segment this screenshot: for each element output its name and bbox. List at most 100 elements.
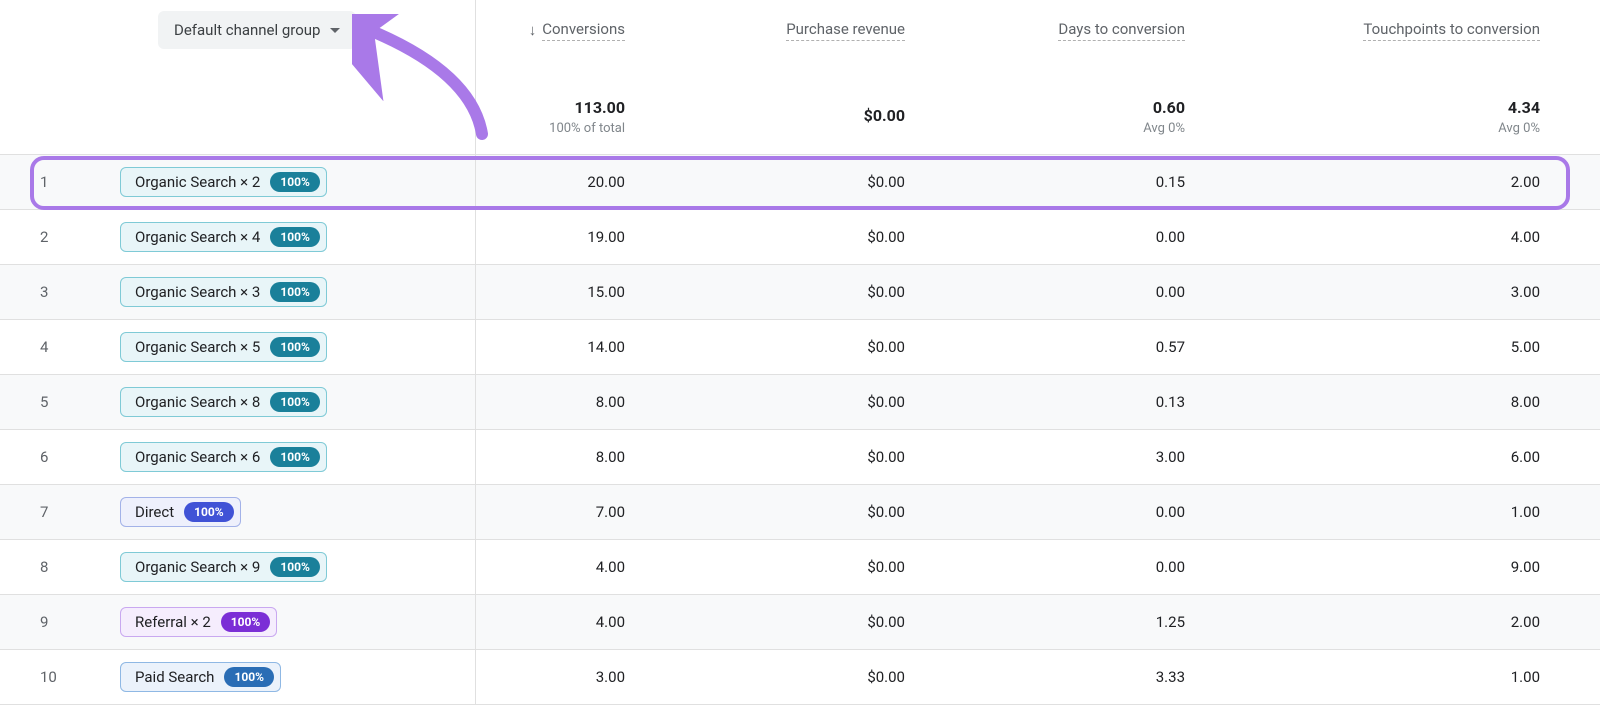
row-index: 8 xyxy=(40,558,120,576)
channel-path-percent: 100% xyxy=(184,502,234,522)
cell-conversions: 7.00 xyxy=(475,503,685,521)
cell-days-to-conversion: 0.00 xyxy=(965,558,1245,576)
channel-path-percent: 100% xyxy=(270,282,320,302)
table-row[interactable]: 10 Paid Search 100% 3.00$0.003.331.00 xyxy=(0,650,1600,705)
cell-days-to-conversion: 0.00 xyxy=(965,503,1245,521)
channel-path-label: Organic Search × 6 xyxy=(135,448,260,466)
column-header-purchase-revenue[interactable]: Purchase revenue xyxy=(685,20,965,41)
row-index: 6 xyxy=(40,448,120,466)
chevron-down-icon xyxy=(330,28,340,33)
table-row[interactable]: 8 Organic Search × 9 100% 4.00$0.000.009.00 xyxy=(0,540,1600,595)
cell-days-to-conversion: 0.57 xyxy=(965,338,1245,356)
summary-purchase-revenue: $0.00 xyxy=(685,78,965,129)
cell-purchase-revenue: $0.00 xyxy=(685,283,965,301)
cell-conversions: 15.00 xyxy=(475,283,685,301)
table-row[interactable]: 3 Organic Search × 3 100% 15.00$0.000.003.0… xyxy=(0,265,1600,320)
row-index: 1 xyxy=(40,173,120,191)
row-index: 4 xyxy=(40,338,120,356)
cell-conversions: 14.00 xyxy=(475,338,685,356)
dimension-selector[interactable]: Default channel group xyxy=(158,11,356,49)
table-row[interactable]: 7Direct100%7.00$0.000.001.00 xyxy=(0,485,1600,540)
table-row[interactable]: 9 Referral × 2 100% 4.00$0.001.252.00 xyxy=(0,595,1600,650)
channel-path-percent: 100% xyxy=(270,557,320,577)
channel-path-label: Organic Search × 4 xyxy=(135,228,260,246)
conversion-paths-table: Default channel group Conversions Purcha… xyxy=(0,0,1600,705)
table-row[interactable]: 4 Organic Search × 5 100% 14.00$0.000.575.0… xyxy=(0,320,1600,375)
cell-touchpoints: 5.00 xyxy=(1245,338,1600,356)
channel-path-label: Paid Search xyxy=(135,668,214,686)
channel-path-label: Organic Search × 8 xyxy=(135,393,260,411)
channel-path-label: Referral × 2 xyxy=(135,613,211,631)
cell-purchase-revenue: $0.00 xyxy=(685,173,965,191)
channel-path-pill[interactable]: Organic Search × 8 100% xyxy=(120,387,327,417)
column-header-days-to-conversion[interactable]: Days to conversion xyxy=(965,20,1245,41)
cell-conversions: 19.00 xyxy=(475,228,685,246)
summary-days-to-conversion: 0.60 Avg 0% xyxy=(965,70,1245,136)
cell-days-to-conversion: 0.00 xyxy=(965,283,1245,301)
channel-path-percent: 100% xyxy=(270,447,320,467)
channel-path-pill[interactable]: Referral × 2 100% xyxy=(120,607,277,637)
cell-days-to-conversion: 3.33 xyxy=(965,668,1245,686)
cell-touchpoints: 2.00 xyxy=(1245,613,1600,631)
cell-purchase-revenue: $0.00 xyxy=(685,668,965,686)
column-header-conversions[interactable]: Conversions xyxy=(475,20,685,41)
cell-touchpoints: 1.00 xyxy=(1245,668,1600,686)
row-index: 7 xyxy=(40,503,120,521)
channel-path-percent: 100% xyxy=(270,392,320,412)
header-row: Default channel group Conversions Purcha… xyxy=(0,0,1600,60)
channel-path-pill[interactable]: Organic Search × 5 100% xyxy=(120,332,327,362)
cell-touchpoints: 9.00 xyxy=(1245,558,1600,576)
cell-conversions: 3.00 xyxy=(475,668,685,686)
cell-purchase-revenue: $0.00 xyxy=(685,448,965,466)
channel-path-label: Organic Search × 3 xyxy=(135,283,260,301)
cell-conversions: 8.00 xyxy=(475,393,685,411)
channel-path-pill[interactable]: Direct 100% xyxy=(120,497,241,527)
cell-conversions: 8.00 xyxy=(475,448,685,466)
row-index: 5 xyxy=(40,393,120,411)
row-index: 10 xyxy=(40,668,120,686)
channel-path-pill[interactable]: Organic Search × 9 100% xyxy=(120,552,327,582)
cell-conversions: 4.00 xyxy=(475,613,685,631)
table-row[interactable]: 6Organic Search × 6100%8.00$0.003.006.00 xyxy=(0,430,1600,485)
cell-conversions: 4.00 xyxy=(475,558,685,576)
cell-purchase-revenue: $0.00 xyxy=(685,503,965,521)
cell-purchase-revenue: $0.00 xyxy=(685,393,965,411)
table-row[interactable]: 1 Organic Search × 2 100% 20.00$0.000.152.0… xyxy=(0,155,1600,210)
column-header-touchpoints[interactable]: Touchpoints to conversion xyxy=(1245,20,1600,41)
cell-touchpoints: 3.00 xyxy=(1245,283,1600,301)
sort-descending-icon xyxy=(529,21,537,39)
cell-purchase-revenue: $0.00 xyxy=(685,228,965,246)
channel-path-label: Direct xyxy=(135,503,174,521)
channel-path-pill[interactable]: Organic Search × 4100% xyxy=(120,222,327,252)
cell-touchpoints: 8.00 xyxy=(1245,393,1600,411)
table-row[interactable]: 2Organic Search × 4100%19.00$0.000.004.0… xyxy=(0,210,1600,265)
cell-touchpoints: 4.00 xyxy=(1245,228,1600,246)
summary-row: 113.00 100% of total $0.00 0.60 Avg 0% 4… xyxy=(0,60,1600,155)
channel-path-percent: 100% xyxy=(221,612,271,632)
cell-days-to-conversion: 0.00 xyxy=(965,228,1245,246)
cell-days-to-conversion: 0.15 xyxy=(965,173,1245,191)
channel-path-percent: 100% xyxy=(224,667,274,687)
cell-purchase-revenue: $0.00 xyxy=(685,558,965,576)
summary-conversions: 113.00 100% of total xyxy=(475,70,685,136)
cell-days-to-conversion: 1.25 xyxy=(965,613,1245,631)
table-row[interactable]: 5Organic Search × 8100%8.00$0.000.138.00 xyxy=(0,375,1600,430)
row-index: 3 xyxy=(40,283,120,301)
cell-purchase-revenue: $0.00 xyxy=(685,338,965,356)
channel-path-label: Organic Search × 2 xyxy=(135,173,260,191)
column-divider xyxy=(475,0,476,705)
cell-purchase-revenue: $0.00 xyxy=(685,613,965,631)
cell-touchpoints: 2.00 xyxy=(1245,173,1600,191)
row-index: 9 xyxy=(40,613,120,631)
channel-path-pill[interactable]: Paid Search 100% xyxy=(120,662,281,692)
channel-path-label: Organic Search × 5 xyxy=(135,338,260,356)
channel-path-percent: 100% xyxy=(270,337,320,357)
channel-path-pill[interactable]: Organic Search × 3 100% xyxy=(120,277,327,307)
cell-touchpoints: 6.00 xyxy=(1245,448,1600,466)
cell-conversions: 20.00 xyxy=(475,173,685,191)
channel-path-label: Organic Search × 9 xyxy=(135,558,260,576)
channel-path-percent: 100% xyxy=(270,172,320,192)
channel-path-pill[interactable]: Organic Search × 2 100% xyxy=(120,167,327,197)
dimension-selector-label: Default channel group xyxy=(174,21,320,39)
channel-path-pill[interactable]: Organic Search × 6 100% xyxy=(120,442,327,472)
